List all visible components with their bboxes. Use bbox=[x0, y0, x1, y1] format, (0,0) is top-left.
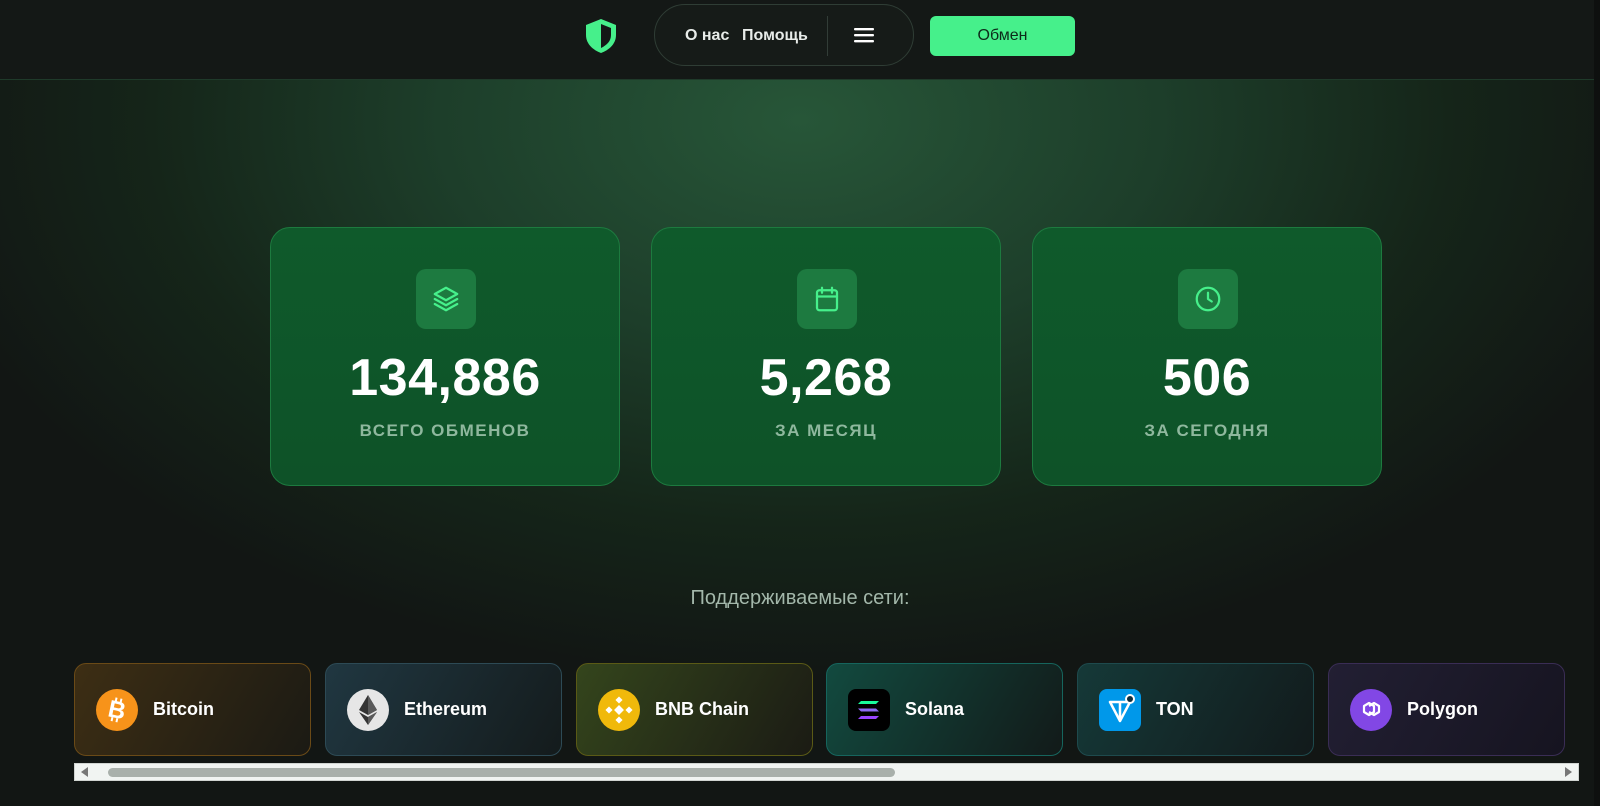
polygon-icon bbox=[1350, 689, 1392, 731]
scroll-right-arrow-icon[interactable] bbox=[1565, 767, 1572, 777]
nav-divider bbox=[827, 16, 828, 56]
stat-label: ВСЕГО ОБМЕНОВ bbox=[359, 421, 531, 440]
network-card-ethereum[interactable]: Ethereum bbox=[325, 663, 562, 756]
network-card-ton[interactable]: TON bbox=[1077, 663, 1314, 756]
network-name: Bitcoin bbox=[153, 699, 214, 719]
stat-label: ЗА СЕГОДНЯ bbox=[1144, 421, 1270, 440]
stat-value: 134,886 bbox=[349, 349, 541, 407]
bitcoin-icon: B bbox=[96, 689, 138, 731]
exchange-button[interactable]: Обмен bbox=[930, 16, 1075, 56]
top-header: О нас Помощь Обмен bbox=[0, 0, 1600, 80]
shield-logo-icon[interactable] bbox=[583, 17, 619, 55]
network-card-bnb[interactable]: BNB Chain bbox=[576, 663, 813, 756]
horizontal-scrollbar[interactable] bbox=[74, 763, 1579, 781]
nav-link-about[interactable]: О нас bbox=[685, 27, 729, 45]
stat-value: 506 bbox=[1162, 349, 1252, 407]
network-name: Polygon bbox=[1407, 699, 1478, 719]
clock-icon bbox=[1178, 269, 1238, 329]
network-card-solana[interactable]: Solana bbox=[826, 663, 1063, 756]
nav-bar: О нас Помощь bbox=[654, 4, 914, 66]
scrollbar-thumb[interactable] bbox=[108, 768, 895, 777]
network-name: BNB Chain bbox=[655, 699, 749, 719]
bnb-icon bbox=[598, 689, 640, 731]
stat-label: ЗА МЕСЯЦ bbox=[774, 421, 878, 440]
vertical-scrollbar[interactable] bbox=[1594, 0, 1600, 806]
network-name: TON bbox=[1156, 699, 1194, 719]
network-name: Ethereum bbox=[404, 699, 488, 719]
stat-card-month: 5,268 ЗА МЕСЯЦ bbox=[651, 227, 1001, 486]
nav-link-help[interactable]: Помощь bbox=[742, 27, 808, 45]
network-card-bitcoin[interactable]: B Bitcoin bbox=[74, 663, 311, 756]
calendar-icon bbox=[797, 269, 857, 329]
network-card-polygon[interactable]: Polygon bbox=[1328, 663, 1565, 756]
network-name: Solana bbox=[905, 699, 965, 719]
stat-card-today: 506 ЗА СЕГОДНЯ bbox=[1032, 227, 1382, 486]
stat-card-total: 134,886 ВСЕГО ОБМЕНОВ bbox=[270, 227, 620, 486]
layers-icon bbox=[416, 269, 476, 329]
solana-icon bbox=[848, 689, 890, 731]
ethereum-icon bbox=[347, 689, 389, 731]
networks-title: Поддерживаемые сети: bbox=[690, 587, 910, 609]
scroll-left-arrow-icon[interactable] bbox=[81, 767, 88, 777]
stat-value: 5,268 bbox=[759, 349, 893, 407]
hamburger-menu-icon[interactable] bbox=[853, 25, 875, 45]
ton-icon bbox=[1099, 689, 1141, 731]
